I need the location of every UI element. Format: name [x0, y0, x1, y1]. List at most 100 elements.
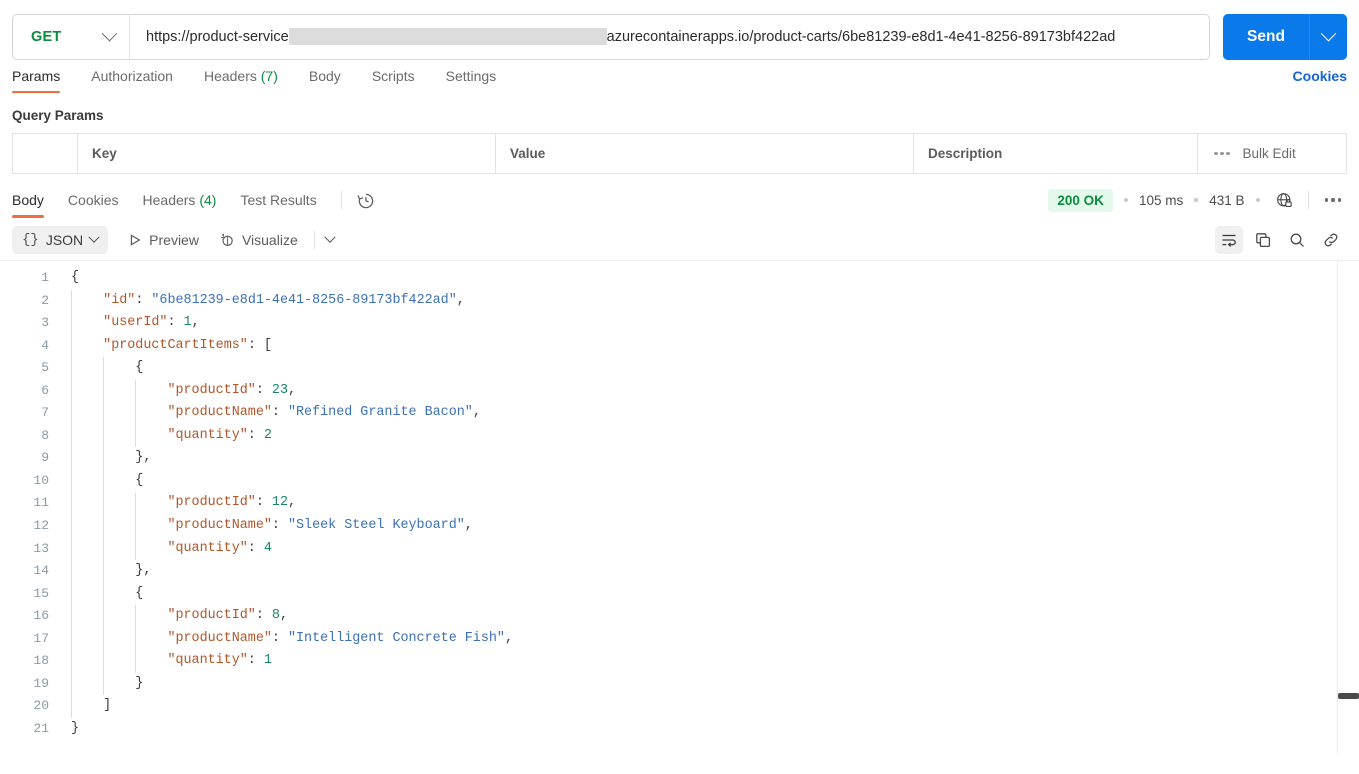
visualize-button[interactable]: Visualize	[219, 232, 298, 248]
code-text: "productId": 8,	[167, 608, 289, 624]
code-text: "quantity": 2	[167, 427, 272, 443]
response-body-viewer[interactable]: 1{2 "id": "6be81239-e8d1-4e41-8256-89173…	[0, 260, 1359, 754]
code-text: },	[135, 563, 152, 579]
line-number: 8	[41, 427, 49, 443]
json-code[interactable]: 1{2 "id": "6be81239-e8d1-4e41-8256-89173…	[0, 261, 1359, 754]
line-number: 19	[33, 675, 49, 691]
tab-params[interactable]: Params	[12, 62, 61, 93]
response-more-menu[interactable]	[1321, 194, 1346, 206]
code-text: "id": "6be81239-e8d1-4e41-8256-89173bf42…	[103, 292, 465, 308]
response-body-toolbar: {} JSON Preview Visualize	[0, 220, 1359, 260]
response-meta: 200 OK 105 ms 431 B	[1048, 188, 1346, 212]
tab-label: Scripts	[371, 68, 415, 84]
tab-label: Body	[12, 191, 44, 208]
response-tab-headers[interactable]: Headers (4)	[143, 183, 217, 218]
url-suffix: azurecontainerapps.io/product-carts/6be8…	[606, 28, 1116, 45]
code-text: }	[71, 720, 80, 736]
column-header-description: Description	[914, 134, 1198, 173]
line-number: 17	[33, 630, 49, 646]
indent-guide	[135, 379, 137, 448]
tab-count: (7)	[260, 68, 278, 84]
code-right-border	[1337, 261, 1338, 754]
play-icon	[130, 234, 141, 246]
code-line: 5 {	[0, 357, 1359, 380]
chevron-down-icon	[1320, 25, 1337, 42]
indent-guide	[135, 492, 137, 561]
response-tab-cookies[interactable]: Cookies	[68, 183, 119, 218]
request-url-bar: GET https://product-service azurecontaine…	[0, 0, 1359, 62]
line-number: 9	[41, 450, 49, 466]
link-icon	[1324, 233, 1338, 247]
search-icon	[1290, 233, 1304, 247]
code-text: {	[135, 585, 144, 601]
code-line: 20 ]	[0, 695, 1359, 718]
line-number: 5	[41, 360, 49, 376]
tab-label: Params	[12, 68, 61, 84]
response-tabs: Body Cookies Headers (4) Test Results 20…	[0, 180, 1359, 220]
status-badge[interactable]: 200 OK	[1048, 188, 1113, 212]
send-button[interactable]: Send	[1223, 13, 1309, 60]
globe-lock-icon[interactable]	[1275, 191, 1294, 210]
tab-headers[interactable]: Headers (7)	[204, 62, 278, 93]
code-text: },	[135, 450, 152, 466]
code-line: 17 "productName": "Intelligent Concrete …	[0, 628, 1359, 651]
query-params-table-header: Key Value Description Bulk Edit	[12, 133, 1347, 173]
tab-label: Cookies	[67, 191, 119, 208]
word-wrap-toggle[interactable]	[1215, 226, 1243, 254]
indent-guide	[135, 605, 137, 673]
bulk-edit-button[interactable]: Bulk Edit	[1243, 146, 1296, 161]
line-number: 3	[41, 315, 49, 331]
code-line: 8 "quantity": 2	[0, 425, 1359, 448]
code-line: 15 {	[0, 583, 1359, 606]
response-tab-test-results[interactable]: Test Results	[240, 183, 316, 218]
url-redacted-block	[288, 28, 607, 45]
ellipsis-icon[interactable]	[1214, 151, 1230, 156]
response-time[interactable]: 105 ms	[1139, 193, 1183, 208]
horizontal-scrollbar-thumb[interactable]	[1338, 693, 1359, 699]
code-line: 19 }	[0, 673, 1359, 696]
url-box: GET https://product-service azurecontaine…	[12, 13, 1210, 60]
tab-scripts[interactable]: Scripts	[372, 62, 415, 93]
format-select[interactable]: {} JSON	[12, 226, 109, 254]
sparkle-icon	[221, 233, 233, 247]
code-line: 4 "productCartItems": [	[0, 335, 1359, 358]
tab-settings[interactable]: Settings	[446, 62, 497, 93]
braces-icon: {}	[22, 232, 39, 248]
tab-body[interactable]: Body	[309, 62, 341, 93]
column-header-value: Value	[496, 134, 914, 173]
code-line: 10 {	[0, 470, 1359, 493]
bulk-edit-group: Bulk Edit	[1198, 134, 1346, 173]
cookies-link[interactable]: Cookies	[1293, 62, 1347, 93]
code-line: 3 "userId": 1,	[0, 312, 1359, 335]
tab-authorization[interactable]: Authorization	[91, 62, 173, 93]
query-params-title: Query Params	[12, 108, 104, 123]
http-method-label: GET	[31, 28, 62, 45]
url-input[interactable]: https://product-service azurecontainerapp…	[130, 28, 1209, 45]
select-all-column[interactable]	[13, 134, 78, 173]
response-size[interactable]: 431 B	[1209, 193, 1244, 208]
link-button[interactable]	[1317, 226, 1345, 254]
line-number: 11	[33, 495, 49, 511]
search-button[interactable]	[1283, 226, 1311, 254]
http-method-select[interactable]: GET	[13, 14, 130, 59]
word-wrap-icon	[1222, 234, 1236, 247]
url-prefix: https://product-service	[146, 28, 289, 45]
code-line: 7 "productName": "Refined Granite Bacon"…	[0, 402, 1359, 425]
toolbar-overflow-button[interactable]	[324, 231, 336, 244]
clock-history-icon[interactable]	[356, 191, 375, 210]
copy-button[interactable]	[1249, 226, 1277, 254]
code-line: 14 },	[0, 560, 1359, 583]
code-text: {	[71, 270, 80, 285]
line-number: 21	[33, 720, 49, 736]
code-text: {	[135, 472, 144, 488]
send-options-button[interactable]	[1309, 13, 1347, 60]
tab-label: Headers	[203, 68, 257, 84]
line-number: 14	[33, 563, 49, 579]
code-line: 11 "productId": 12,	[0, 492, 1359, 515]
code-text: }	[135, 675, 144, 691]
response-tab-body[interactable]: Body	[12, 183, 44, 218]
preview-button[interactable]: Preview	[128, 232, 199, 248]
line-number: 20	[33, 698, 49, 714]
format-label: JSON	[45, 232, 84, 248]
tab-label: Body	[308, 68, 341, 84]
